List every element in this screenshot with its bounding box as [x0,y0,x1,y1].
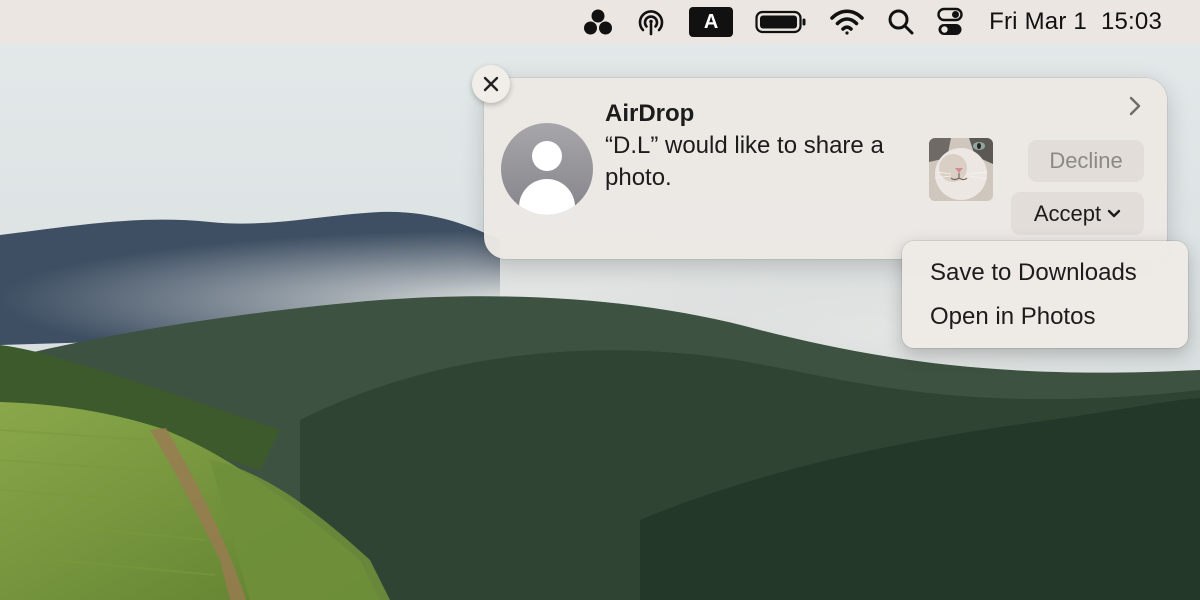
airdrop-icon[interactable] [635,0,667,44]
input-source-badge: A [689,7,734,37]
cat-photo-thumbnail [929,138,993,201]
notification-title: AirDrop [605,100,695,127]
spotlight-search-icon[interactable] [887,0,915,44]
close-icon [483,76,499,92]
control-center-icon[interactable] [937,0,963,44]
accept-button[interactable]: Accept [1011,192,1144,235]
wifi-icon[interactable] [829,0,865,44]
chevron-right-icon[interactable] [1124,94,1146,118]
menu-bar: A Fri Mar 1 15:03 [0,0,1200,44]
menubar-clock[interactable]: Fri Mar 1 15:03 [989,0,1162,44]
close-notification-button[interactable] [472,65,510,103]
accept-dropdown-menu: Save to Downloads Open in Photos [902,241,1188,348]
menubar-date: Fri Mar 1 [989,8,1087,35]
airdrop-notification[interactable]: AirDrop “D.L” would like to share a phot… [484,78,1167,259]
menu-item-open-in-photos[interactable]: Open in Photos [902,299,1188,343]
menubar-time: 15:03 [1100,8,1162,35]
person-icon [501,123,593,215]
decline-button[interactable]: Decline [1028,140,1144,182]
accept-button-label: Accept [1033,200,1102,226]
menu-item-save-to-downloads[interactable]: Save to Downloads [902,255,1188,299]
notification-message: “D.L” would like to share a photo. [605,132,884,191]
chevron-down-icon [1107,209,1121,217]
input-source-icon[interactable]: A [689,0,734,44]
battery-icon[interactable] [755,0,807,44]
group-activity-icon[interactable] [583,0,613,44]
